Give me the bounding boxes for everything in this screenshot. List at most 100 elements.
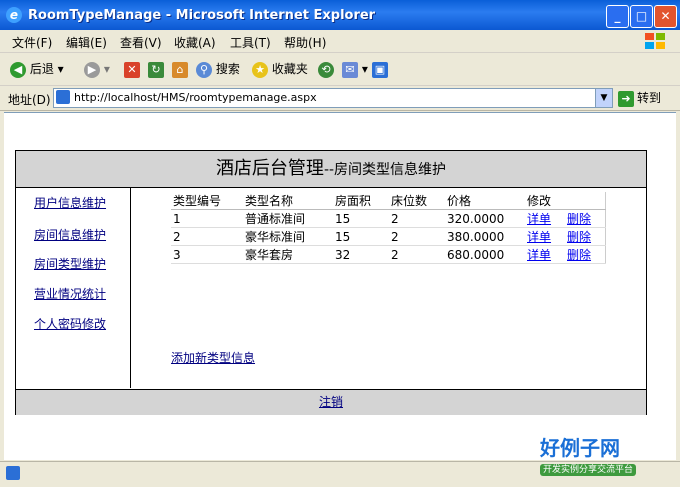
mail-icon: ✉ (342, 61, 358, 78)
search-button[interactable]: ⚲ 搜索 (196, 60, 240, 78)
toolbar: ◀ 后退 ▾ ▶ ▾ ✕ ↻ ⌂ ⚲ 搜索 ★ 收藏夹 ⟲ ✉ ▾ ▣ (0, 53, 680, 86)
maximize-button[interactable]: □ (630, 5, 653, 28)
delete-link[interactable]: 删除 (567, 230, 591, 244)
title-bar: e RoomTypeManage - Microsoft Internet Ex… (0, 0, 680, 30)
cell-area: 15 (333, 227, 389, 246)
cell-type-name: 豪华标准间 (243, 227, 333, 246)
status-page-icon (6, 466, 20, 480)
cell-type-id: 3 (171, 245, 243, 264)
home-button[interactable]: ⌂ (172, 60, 188, 78)
search-label: 搜索 (215, 62, 240, 76)
history-button[interactable]: ⟲ (318, 60, 334, 78)
sidebar: 用户信息维护 房间信息维护 房间类型维护 营业情况统计 个人密码修改 (16, 188, 131, 388)
back-dropdown-icon[interactable]: ▾ (58, 62, 64, 76)
address-input[interactable]: http://localhost/HMS/roomtypemanage.aspx… (53, 88, 613, 108)
room-type-table: 类型编号 类型名称 房面积 床位数 价格 修改 1 普通标准间 15 2 320… (171, 192, 606, 264)
page-subtitle: --房间类型信息维护 (323, 162, 447, 178)
window-title: RoomTypeManage - Microsoft Internet Expl… (28, 8, 376, 23)
cell-price: 380.0000 (445, 227, 525, 246)
ie-icon: e (6, 7, 22, 23)
history-icon: ⟲ (318, 61, 334, 78)
cell-price: 320.0000 (445, 209, 525, 228)
col-delete (565, 192, 606, 210)
col-edit: 修改 (525, 192, 565, 210)
col-beds: 床位数 (389, 192, 445, 210)
cell-type-id: 1 (171, 209, 243, 228)
brand-name: 好例子网 (540, 436, 620, 460)
table-row: 3 豪华套房 32 2 680.0000 详单 删除 (171, 245, 606, 264)
refresh-icon: ↻ (148, 61, 164, 78)
mail-button[interactable]: ✉ ▾ (342, 60, 368, 78)
page-footer: 注销 (16, 389, 646, 415)
favorites-label: 收藏夹 (271, 62, 308, 76)
forward-arrow-icon: ▶ (84, 61, 100, 78)
forward-button[interactable]: ▶ ▾ (84, 60, 110, 78)
sidebar-item-user-info[interactable]: 用户信息维护 (34, 194, 106, 211)
detail-link[interactable]: 详单 (527, 230, 551, 244)
cell-price: 680.0000 (445, 245, 525, 264)
page-icon (56, 90, 70, 104)
menu-file[interactable]: 文件(F) (12, 34, 52, 51)
sidebar-item-change-password[interactable]: 个人密码修改 (34, 315, 106, 332)
table-row: 2 豪华标准间 15 2 380.0000 详单 删除 (171, 227, 606, 246)
table-row: 1 普通标准间 15 2 320.0000 详单 删除 (171, 209, 606, 228)
edit-page-button[interactable]: ▣ (372, 60, 388, 78)
menu-favorites[interactable]: 收藏(A) (174, 34, 216, 51)
main-content: 类型编号 类型名称 房面积 床位数 价格 修改 1 普通标准间 15 2 320… (131, 188, 646, 388)
stop-icon: ✕ (124, 61, 140, 78)
back-label: 后退 (29, 62, 54, 76)
windows-logo-icon (645, 33, 665, 49)
page-header: 酒店后台管理--房间类型信息维护 (16, 151, 646, 188)
brand-watermark: 好例子网 开发实例分享交流平台 (540, 432, 652, 476)
menu-edit[interactable]: 编辑(E) (66, 34, 107, 51)
col-area: 房面积 (333, 192, 389, 210)
home-icon: ⌂ (172, 61, 188, 78)
go-button[interactable]: ➜ 转到 (618, 89, 661, 107)
menu-help[interactable]: 帮助(H) (284, 34, 326, 51)
go-arrow-icon: ➜ (618, 90, 634, 107)
page-title: 酒店后台管理 (215, 158, 324, 179)
page-viewport: 酒店后台管理--房间类型信息维护 用户信息维护 房间信息维护 房间类型维护 营业… (4, 112, 676, 460)
address-dropdown-icon[interactable]: ▼ (595, 89, 612, 107)
sidebar-item-room-info[interactable]: 房间信息维护 (34, 226, 106, 243)
edit-page-icon: ▣ (372, 61, 388, 78)
cell-type-name: 豪华套房 (243, 245, 333, 264)
close-button[interactable]: ✕ (654, 5, 677, 28)
back-button[interactable]: ◀ 后退 ▾ (10, 60, 64, 78)
delete-link[interactable]: 删除 (567, 248, 591, 262)
add-room-type-link[interactable]: 添加新类型信息 (171, 349, 255, 366)
menu-tools[interactable]: 工具(T) (230, 34, 271, 51)
delete-link[interactable]: 删除 (567, 212, 591, 226)
menu-bar: 文件(F) 编辑(E) 查看(V) 收藏(A) 工具(T) 帮助(H) (0, 30, 680, 53)
col-type-id: 类型编号 (171, 192, 243, 210)
detail-link[interactable]: 详单 (527, 212, 551, 226)
back-arrow-icon: ◀ (10, 61, 26, 78)
detail-link[interactable]: 详单 (527, 248, 551, 262)
address-bar: 地址(D) http://localhost/HMS/roomtypemanag… (0, 86, 680, 111)
table-header-row: 类型编号 类型名称 房面积 床位数 价格 修改 (171, 192, 606, 210)
address-url: http://localhost/HMS/roomtypemanage.aspx (74, 91, 317, 104)
address-label: 地址(D) (8, 93, 51, 107)
cell-type-name: 普通标准间 (243, 209, 333, 228)
stop-button[interactable]: ✕ (124, 60, 140, 78)
cell-area: 15 (333, 209, 389, 228)
refresh-button[interactable]: ↻ (148, 60, 164, 78)
cell-beds: 2 (389, 245, 445, 264)
cell-beds: 2 (389, 227, 445, 246)
admin-frame: 酒店后台管理--房间类型信息维护 用户信息维护 房间信息维护 房间类型维护 营业… (15, 150, 647, 415)
go-label: 转到 (637, 91, 662, 105)
cell-area: 32 (333, 245, 389, 264)
logout-link[interactable]: 注销 (319, 395, 343, 409)
sidebar-item-business-stats[interactable]: 营业情况统计 (34, 285, 106, 302)
col-type-name: 类型名称 (243, 192, 333, 210)
cell-beds: 2 (389, 209, 445, 228)
menu-view[interactable]: 查看(V) (120, 34, 162, 51)
sidebar-item-room-type[interactable]: 房间类型维护 (34, 255, 106, 272)
minimize-button[interactable]: _ (606, 5, 629, 28)
cell-type-id: 2 (171, 227, 243, 246)
brand-slogan: 开发实例分享交流平台 (540, 464, 637, 476)
star-icon: ★ (252, 61, 268, 78)
col-price: 价格 (445, 192, 525, 210)
search-icon: ⚲ (196, 61, 212, 78)
favorites-button[interactable]: ★ 收藏夹 (252, 60, 308, 78)
